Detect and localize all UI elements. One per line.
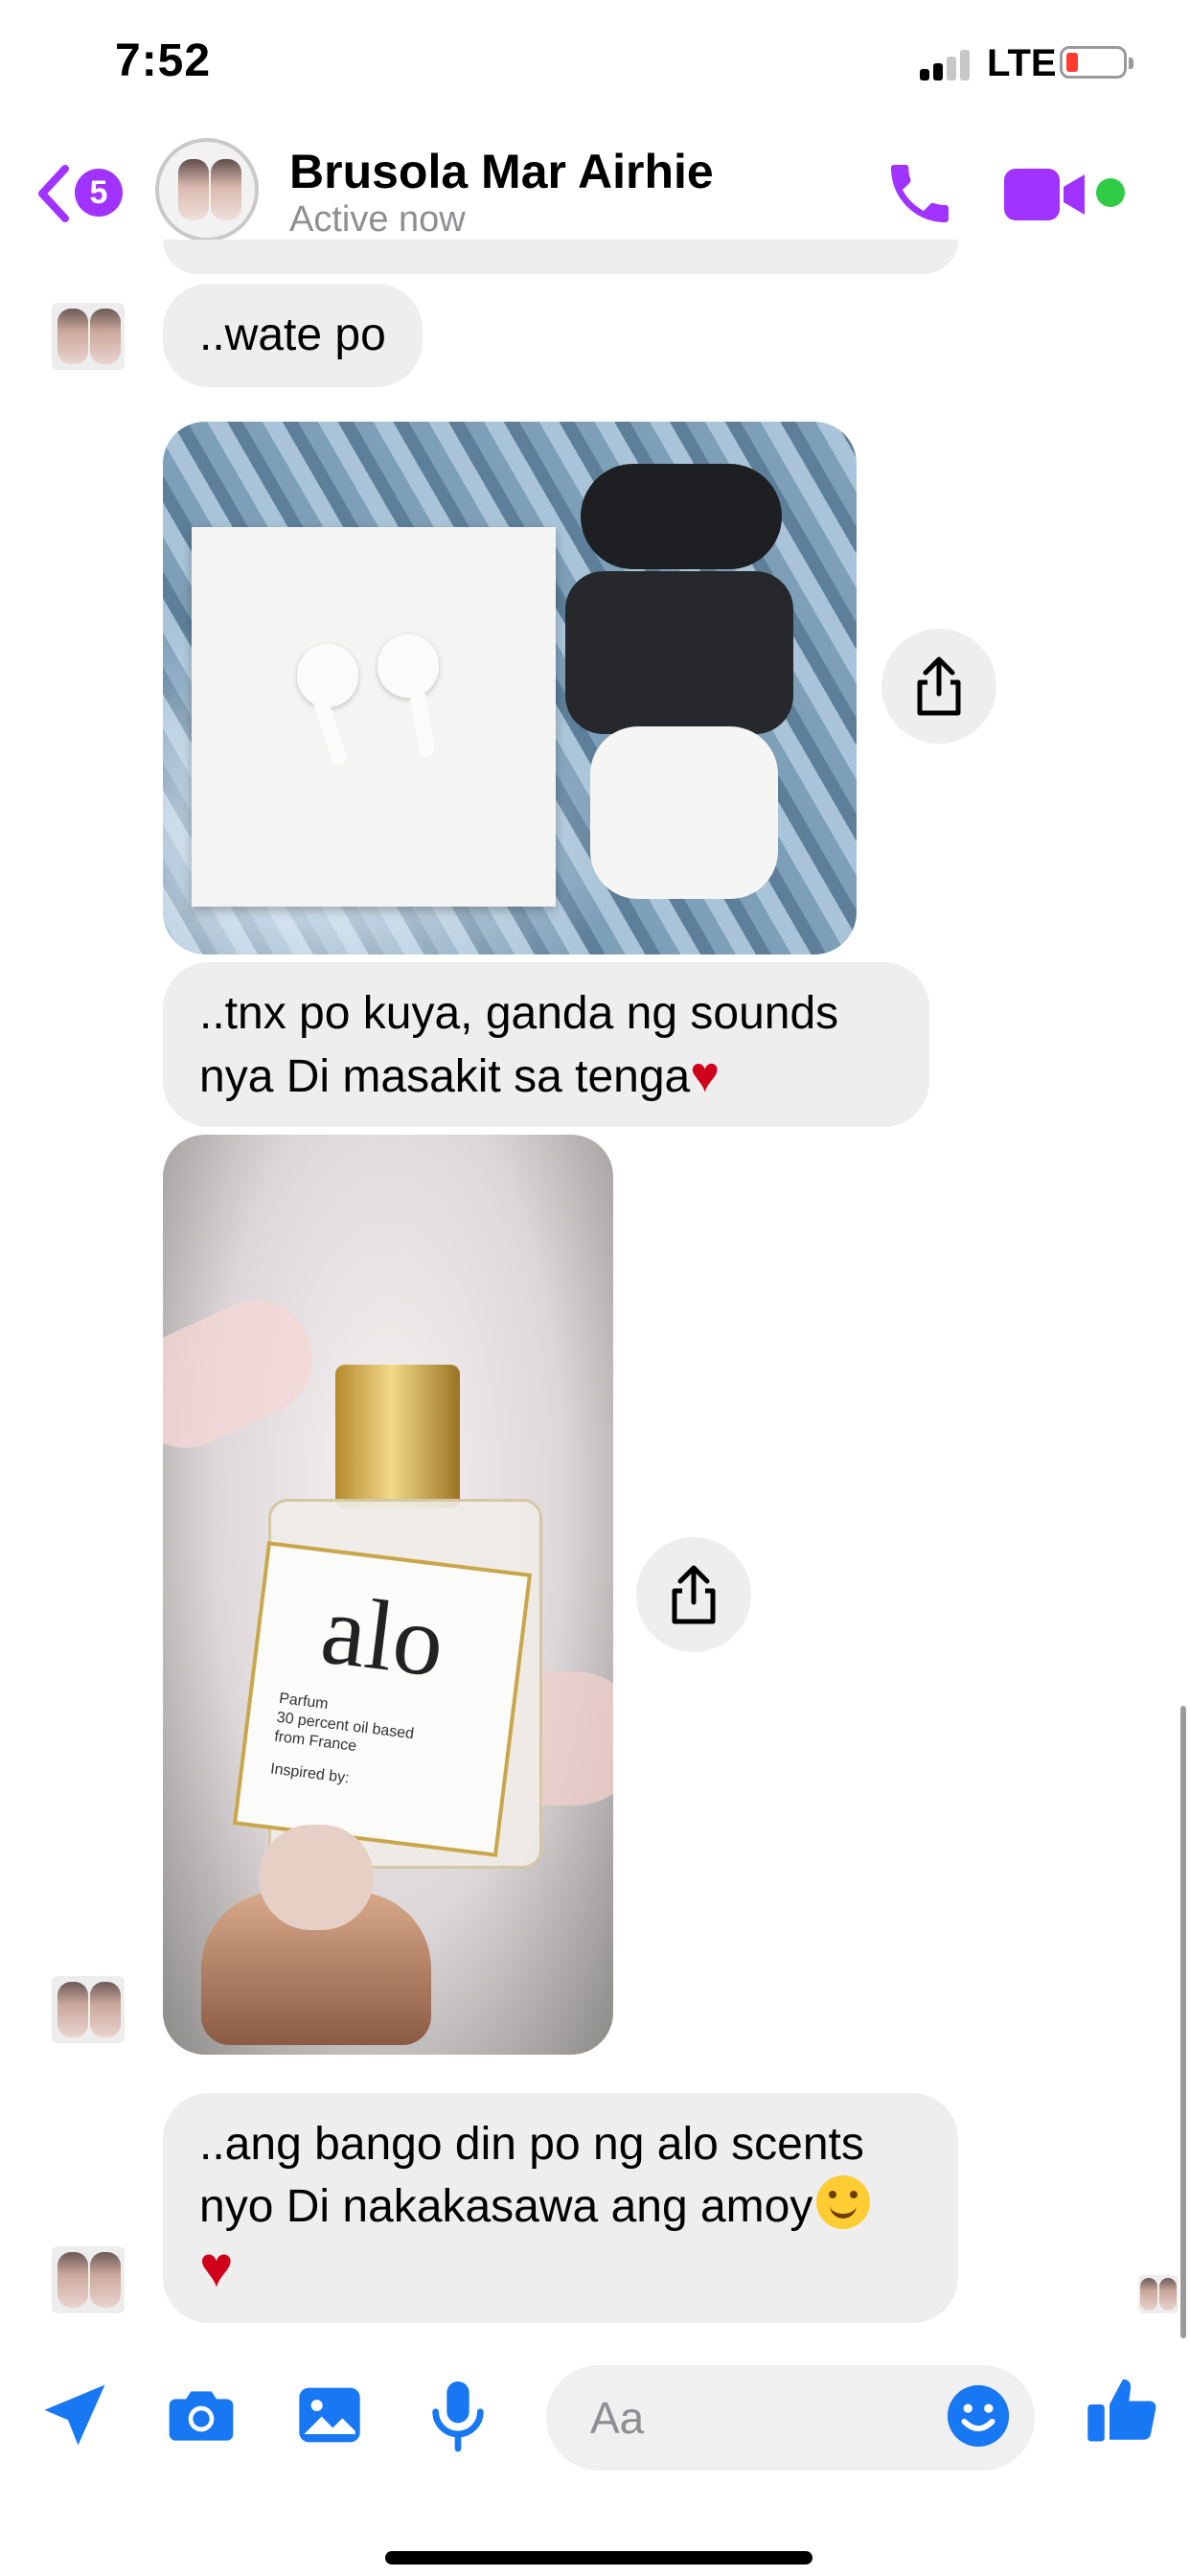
chevron-left-icon (38, 165, 69, 222)
camera-icon (169, 2391, 234, 2441)
unread-count-badge: 5 (75, 169, 123, 217)
share-button[interactable] (881, 629, 996, 744)
microphone-icon (432, 2381, 484, 2452)
signal-strength-icon (920, 48, 977, 80)
phone-icon (891, 165, 949, 222)
home-indicator[interactable] (385, 2551, 812, 2564)
emoji-icon (947, 2384, 1010, 2448)
red-heart-icon: ♥ (199, 2235, 234, 2299)
message-composer (0, 2348, 1190, 2482)
perfume-label: alo Parfum 30 percent oil based from Fra… (232, 1541, 533, 1857)
message-text-line: nyo Di nakakasawa ang amoy (199, 2181, 813, 2232)
sender-avatar[interactable] (52, 303, 125, 370)
status-time: 7:52 (115, 35, 212, 86)
video-call-button[interactable] (1004, 161, 1087, 228)
sender-avatar[interactable] (52, 2246, 125, 2313)
photo-gallery-icon (299, 2387, 360, 2443)
previous-message-bubble[interactable] (163, 240, 958, 274)
sender-avatar[interactable] (52, 1976, 125, 2043)
thumbs-up-icon (1087, 2379, 1156, 2442)
camera-button[interactable] (163, 2377, 240, 2453)
message-bubble[interactable]: ..wate po (163, 284, 423, 387)
like-button[interactable] (1083, 2371, 1163, 2451)
airpods-box (192, 527, 556, 907)
message-text-line: ..tnx po kuya, ganda ng sounds (199, 988, 839, 1039)
voice-message-button[interactable] (420, 2375, 496, 2455)
message-text-line: nya Di masakit sa tenga (199, 1051, 691, 1102)
emoji-button[interactable] (945, 2382, 1012, 2450)
video-camera-icon (1004, 169, 1085, 220)
perfume-cap (335, 1365, 460, 1508)
case-cover (565, 571, 793, 734)
photo-message-airpods[interactable] (163, 422, 857, 954)
battery-icon (1060, 46, 1133, 79)
network-type: LTE (987, 42, 1057, 84)
smiling-face-icon (816, 2175, 871, 2229)
perfume-brand: alo (315, 1574, 450, 1698)
red-heart-icon: ♥ (690, 1047, 721, 1103)
photo-message-perfume[interactable]: alo Parfum 30 percent oil based from Fra… (163, 1135, 613, 2055)
scrollbar[interactable] (1180, 1706, 1186, 2338)
message-text-line: ..ang bango din po ng alo scents (199, 2119, 864, 2170)
share-icon (917, 656, 961, 716)
contact-active-status: Active now (289, 199, 466, 240)
back-button[interactable]: 5 (34, 159, 140, 226)
share-icon (672, 1565, 716, 1624)
location-button[interactable] (34, 2375, 115, 2455)
contact-avatar[interactable] (155, 138, 259, 242)
gallery-button[interactable] (291, 2377, 368, 2453)
contact-name[interactable]: Brusola Mar Airhie (289, 144, 714, 199)
case-cover-lid (581, 464, 782, 569)
online-indicator (1096, 178, 1125, 207)
seen-receipt-avatar (1138, 2275, 1179, 2313)
message-bubble[interactable]: ..ang bango din po ng alo scents nyo Di … (163, 2093, 958, 2323)
share-button[interactable] (636, 1537, 751, 1652)
audio-call-button[interactable] (881, 155, 958, 232)
message-text: ..wate po (199, 310, 386, 360)
charging-case (590, 726, 778, 899)
location-arrow-icon (44, 2384, 105, 2446)
message-bubble[interactable]: ..tnx po kuya, ganda ng sounds nya Di ma… (163, 962, 929, 1127)
